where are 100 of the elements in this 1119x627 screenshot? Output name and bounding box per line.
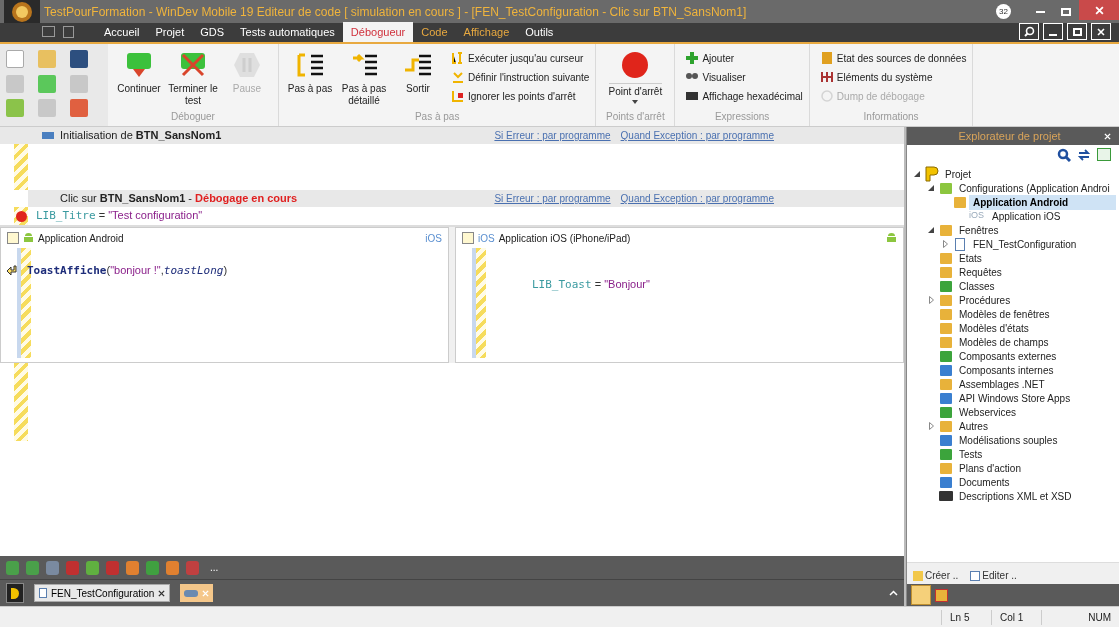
ribbon-button[interactable]: Continuer [114,50,164,109]
tree-item[interactable]: Fenêtres [955,222,1003,238]
ribbon-button[interactable]: Point d'arrêt [602,50,669,109]
tab-label: FEN_TestConfiguration [51,586,155,601]
tree-item[interactable]: Plans d'action [955,460,1025,476]
tree-item[interactable]: Modèles de fenêtres [955,306,1054,322]
group-label: Pas à pas [413,110,461,124]
app-logo-icon [4,0,40,23]
project-icon[interactable] [6,583,24,603]
debug-tool-icon[interactable] [26,560,39,575]
tree-item[interactable]: Tests [955,446,987,462]
expanded-arrow-icon[interactable] [914,171,920,177]
ios-label: iOS [478,231,495,246]
project-icon [925,166,939,182]
folder-icon [939,349,953,363]
group-label: Expressions [713,110,771,124]
section-title: Clic sur BTN_SansNom1 - [60,191,194,207]
ribbon-button[interactable]: Etat des sources de données [819,50,967,66]
ribbon-button[interactable]: Sortir [393,50,443,109]
tree-item[interactable]: Projet [941,166,976,182]
folder-icon [939,433,953,447]
close-icon[interactable] [158,589,166,597]
debug-tool-icon[interactable] [6,560,19,575]
code-block-icon [42,132,54,139]
folder-icon [939,363,953,377]
folder-icon [939,419,953,433]
ribbon-button[interactable]: Terminer le test [168,50,218,109]
dropdown-caret-icon [632,100,639,104]
group-label: Points d'arrêt [605,110,666,124]
tree-item[interactable]: Application iOS [988,208,1065,224]
menu-tab[interactable]: Code [413,22,456,42]
tree-item[interactable]: Modèles d'états [955,320,1033,336]
restore-button[interactable] [1067,23,1087,40]
menu-tab[interactable]: Débogueur [342,22,414,42]
debug-tool-icon[interactable] [46,560,59,575]
close-button[interactable] [1091,23,1111,40]
explorer-action-button[interactable]: Créer .. [913,568,959,583]
minimize-button[interactable] [1043,23,1063,40]
tree-item[interactable]: Procédures [955,292,1015,308]
debug-tool-icon[interactable] [146,560,159,575]
menu-tab[interactable]: Tests automatiques [232,22,343,42]
chevron-up-icon[interactable] [889,590,898,596]
menu-tab[interactable]: Outils [517,22,562,42]
tree-item[interactable]: Application Android [969,194,1117,210]
tree-item[interactable]: Assemblages .NET [955,376,1049,392]
debug-tool-icon[interactable] [166,560,179,575]
tree-item[interactable]: API Windows Store Apps [955,390,1075,406]
tree-item[interactable]: Etats [955,250,986,266]
tree-item[interactable]: Webservices [955,404,1021,420]
debug-tool-icon[interactable] [126,560,139,575]
ribbon-button[interactable]: Affichage hexadécimal [685,88,803,104]
cursor-icon [451,51,465,65]
collapsed-arrow-icon[interactable] [928,296,934,304]
tree-item[interactable]: Configurations (Application Androi [955,180,1114,196]
ribbon-button[interactable]: Ignorer les points d'arrêt [451,88,590,104]
ribbon-button[interactable]: Définir l'instruction suivante [451,69,590,85]
document-tab[interactable]: FEN_TestConfiguration [34,584,171,602]
ribbon-button[interactable]: Eléments du système [819,69,967,85]
section-title: Initialisation de BTN_SansNom1 [60,128,222,144]
menu-tab[interactable]: Accueil [96,22,148,42]
group-label: Informations [862,110,920,124]
folder-icon [939,461,953,475]
expanded-arrow-icon[interactable] [928,185,934,191]
breakpoint-icon[interactable] [15,210,27,222]
error-handling-link[interactable]: Quand Exception : par programme [620,128,774,143]
sync-icon[interactable] [1077,148,1091,162]
tree-item[interactable]: Composants internes [955,362,1058,378]
debug-tool-icon[interactable] [86,560,99,575]
error-handling-link[interactable]: Si Erreur : par programme [494,128,611,143]
tree-item[interactable]: Descriptions XML et XSD [955,488,1076,504]
tree-item[interactable]: FEN_TestConfiguration [969,236,1081,252]
more-button[interactable]: ... [210,560,219,575]
ribbon-button[interactable]: Ajouter [685,50,803,66]
tree-item[interactable]: Modèles de champs [955,334,1053,350]
error-handling-link[interactable]: Si Erreur : par programme [494,191,611,206]
error-handling-link[interactable]: Quand Exception : par programme [620,191,774,206]
breakpoint-icon [620,50,651,80]
collapsed-arrow-icon[interactable] [942,240,948,248]
code-line: LIB_Toast = "Bonjour" [532,277,650,294]
tree-item[interactable]: Classes [955,278,999,294]
ribbon-button[interactable]: Pas à pas détaillé [339,50,389,109]
tree-item[interactable]: Modélisations souples [955,432,1062,448]
collapsed-arrow-icon[interactable] [928,422,934,430]
folder-icon [939,405,953,419]
expanded-arrow-icon[interactable] [928,227,934,233]
menu-tab[interactable]: GDS [192,22,233,42]
document-tab[interactable] [180,584,214,602]
folder-icon [939,475,953,489]
tree-item[interactable]: Requêtes [955,264,1006,280]
search-button[interactable] [1019,23,1039,40]
ribbon-button[interactable]: Visualiser [685,69,803,85]
explorer-action-button[interactable]: Editer .. [970,568,1017,583]
ribbon-button[interactable]: Pas à pas [285,50,335,109]
tree-item[interactable]: Documents [955,474,1014,490]
menu-tab[interactable]: Projet [147,22,193,42]
tree-item[interactable]: Autres [955,418,992,434]
group-label: Déboguer [170,110,216,124]
tree-item[interactable]: Composants externes [955,348,1061,364]
ribbon-button[interactable]: Exécuter jusqu'au curseur [451,50,590,66]
menu-tab[interactable]: Affichage [455,22,518,42]
